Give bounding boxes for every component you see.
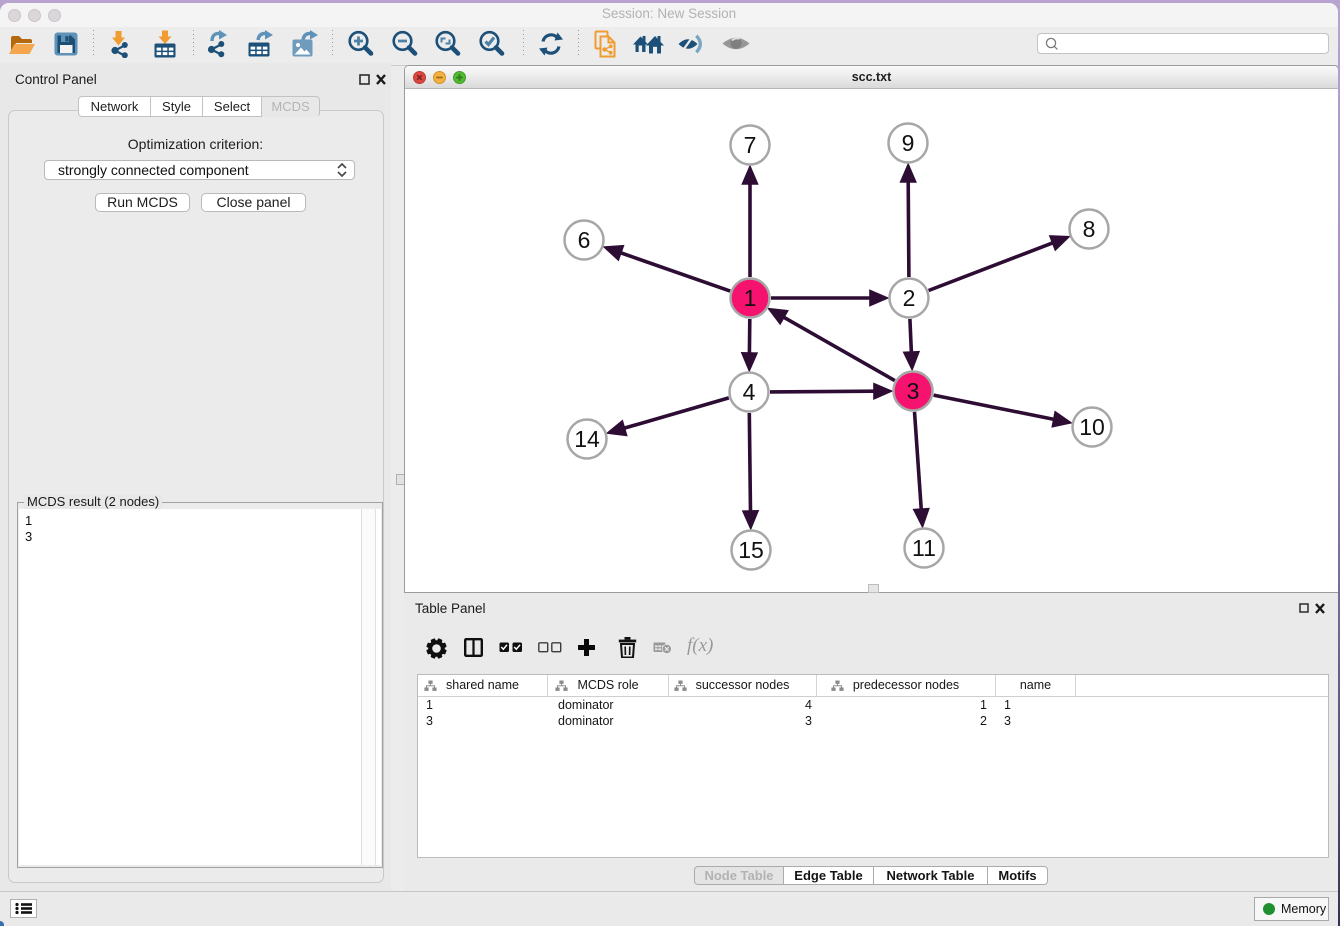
svg-text:10: 10 [1079,414,1105,440]
svg-text:14: 14 [574,426,600,452]
svg-text:2: 2 [903,285,916,311]
svg-text:3: 3 [907,378,920,404]
svg-text:1: 1 [744,285,757,311]
svg-text:7: 7 [744,132,757,158]
svg-text:9: 9 [902,130,915,156]
svg-text:11: 11 [912,535,936,561]
svg-text:6: 6 [578,227,591,253]
svg-text:15: 15 [738,537,764,563]
svg-text:4: 4 [743,379,756,405]
svg-text:8: 8 [1083,216,1096,242]
